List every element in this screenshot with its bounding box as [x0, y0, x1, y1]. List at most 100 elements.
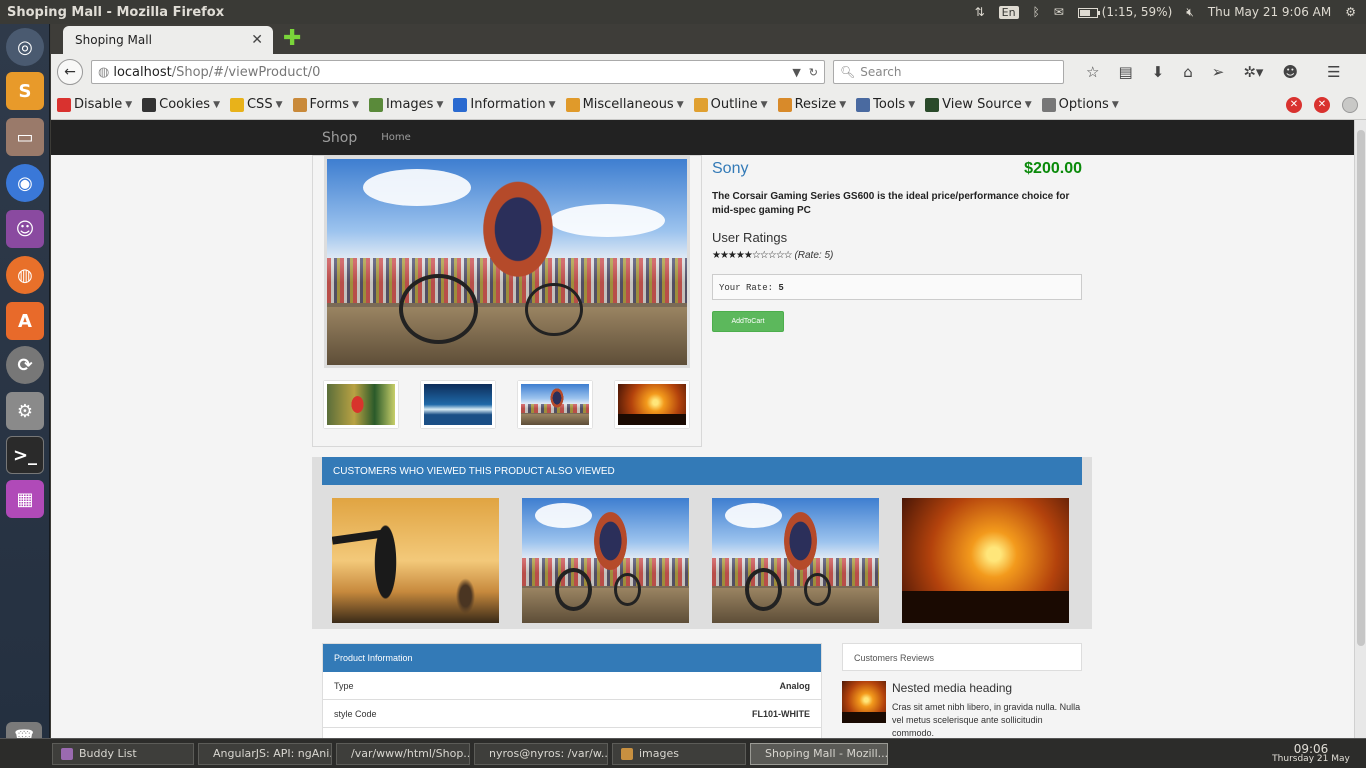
hamburger-menu-icon[interactable]: ☰: [1327, 63, 1340, 81]
miscellaneous-icon: [565, 97, 580, 112]
send-icon[interactable]: ➢: [1212, 63, 1225, 81]
main-product-image: [324, 156, 690, 368]
dropdown-arrow-icon: ▼: [676, 99, 684, 110]
error-icon[interactable]: ✕: [1286, 96, 1302, 113]
chat-icon[interactable]: ☻: [1282, 63, 1298, 81]
devbar-forms-menu[interactable]: Forms ▼: [292, 97, 359, 112]
unity-launcher: ◎ S ▭ ◉ ☺ ◍ A ⟳ ⚙ >_ ▦ 🗑︎: [0, 24, 50, 756]
software-center-icon[interactable]: A: [6, 302, 44, 340]
forms-icon: [292, 97, 307, 112]
tab-bar: Shoping Mall ✕ ✚: [51, 24, 1366, 54]
system-gear-icon[interactable]: ⚙: [1345, 5, 1356, 19]
devbar-label: Cookies: [159, 97, 211, 112]
search-bar[interactable]: 🔍︎ Search: [833, 60, 1064, 84]
system-settings-icon[interactable]: ⚙: [6, 392, 44, 430]
css-icon: [229, 97, 244, 112]
taskbar-item[interactable]: /var/www/html/Shop...: [336, 742, 470, 765]
thumbnail-surfer[interactable]: [421, 381, 495, 428]
nav-home-link[interactable]: Home: [381, 132, 411, 143]
mail-icon[interactable]: ✉: [1054, 5, 1064, 19]
bottom-taskbar: Buddy List AngularJS: API: ngAni... /var/w…: [0, 738, 1366, 768]
reload-icon[interactable]: ↻: [809, 66, 818, 79]
devbar-css-menu[interactable]: CSS ▼: [229, 97, 283, 112]
taskbar-item[interactable]: images: [612, 742, 746, 765]
firebug-icon[interactable]: ✲▾: [1243, 63, 1263, 81]
thumbnail-cyclist[interactable]: [324, 381, 398, 428]
close-tab-icon[interactable]: ✕: [251, 32, 263, 48]
devbar-miscellaneous-menu[interactable]: Miscellaneous ▼: [565, 97, 684, 112]
tab-title: Shoping Mall: [75, 33, 152, 47]
also-viewed-cricket[interactable]: [332, 498, 499, 623]
keyboard-language-indicator[interactable]: En: [998, 5, 1019, 19]
firefox-icon[interactable]: ◍: [6, 256, 44, 294]
back-arrow-icon[interactable]: ←: [57, 59, 83, 85]
bookmark-star-icon[interactable]: ☆: [1086, 63, 1099, 81]
thumbnail-motocross[interactable]: [518, 381, 592, 428]
thumbnail-sunset-kick[interactable]: [615, 381, 689, 428]
globe-icon: ◍: [98, 64, 110, 80]
site-brand[interactable]: Shop: [322, 130, 357, 146]
product-gallery: [312, 155, 702, 447]
software-updater-icon[interactable]: ⟳: [6, 346, 44, 384]
table-row: style Code FL101-WHITE: [323, 700, 821, 728]
dropdown-arrow-icon: ▼: [352, 99, 359, 110]
taskbar-item[interactable]: Buddy List: [52, 742, 194, 765]
cookies-icon: [142, 97, 157, 112]
window-title: Shoping Mall - Mozilla Firefox: [7, 4, 225, 20]
also-viewed-motocross-1[interactable]: [522, 498, 689, 623]
url-dropdown-icon[interactable]: ▼: [792, 66, 800, 79]
pidgin-icon[interactable]: ☺: [6, 210, 44, 248]
battery-indicator[interactable]: (1:15, 59%): [1077, 5, 1172, 19]
taskbar-clock[interactable]: 09:06 Thursday 21 May: [1256, 743, 1366, 764]
taskbar-item[interactable]: nyros@nyros: /var/w...: [474, 742, 608, 765]
user-ratings-heading: User Ratings: [712, 230, 788, 245]
navigation-bar: ← ◍ localhost/Shop/#/viewProduct/0 ▼ ↻ 🔍…: [51, 54, 1366, 90]
rating-stars[interactable]: ★★★★★☆☆☆☆☆: [712, 250, 793, 261]
product-information-title: Product Information: [323, 644, 821, 672]
devbar-label: Forms: [309, 97, 350, 112]
scrollbar-thumb[interactable]: [1357, 130, 1365, 646]
taskbar-item-label: Buddy List: [79, 747, 137, 760]
devbar-disable-menu[interactable]: Disable ▼: [57, 97, 132, 112]
volume-muted-icon[interactable]: 🔇︎: [1186, 5, 1194, 20]
url-bar[interactable]: ◍ localhost/Shop/#/viewProduct/0 ▼ ↻: [91, 60, 825, 84]
warning-icon[interactable]: ✕: [1314, 96, 1330, 113]
devbar-outline-menu[interactable]: Outline ▼: [693, 97, 768, 112]
status-icon[interactable]: [1342, 96, 1358, 113]
devbar-label: Miscellaneous: [582, 97, 674, 112]
sublime-text-icon[interactable]: S: [6, 72, 44, 110]
taskbar-item[interactable]: Shoping Mall - Mozill...: [750, 742, 888, 765]
folder-icon: [621, 747, 633, 760]
network-transfer-icon[interactable]: ⇅: [975, 5, 985, 19]
clock-datetime[interactable]: Thu May 21 9:06 AM: [1208, 5, 1331, 19]
downloads-icon[interactable]: ⬇: [1152, 63, 1165, 81]
rating-label: (Rate: 5): [794, 250, 834, 261]
devbar-options-menu[interactable]: Options ▼: [1041, 97, 1119, 112]
devbar-label: Outline: [710, 97, 758, 112]
your-rate-value: 5: [778, 283, 784, 293]
files-icon[interactable]: ▭: [6, 118, 44, 156]
devbar-tools-menu[interactable]: Tools ▼: [856, 97, 915, 112]
dash-home-icon[interactable]: ◎: [6, 28, 44, 66]
reading-list-icon[interactable]: ▤: [1118, 63, 1132, 81]
add-to-cart-button[interactable]: AddToCart: [712, 311, 784, 332]
product-description: The Corsair Gaming Series GS600 is the i…: [712, 191, 1070, 216]
terminal-icon[interactable]: >_: [6, 436, 44, 474]
also-viewed-sunset-kick[interactable]: [902, 498, 1069, 623]
devbar-information-menu[interactable]: Information ▼: [453, 97, 556, 112]
home-icon[interactable]: ⌂: [1183, 63, 1193, 81]
devbar-cookies-menu[interactable]: Cookies ▼: [142, 97, 220, 112]
bluetooth-icon[interactable]: ᛒ: [1033, 5, 1040, 19]
page-scrollbar[interactable]: [1354, 120, 1366, 738]
taskbar-item[interactable]: AngularJS: API: ngAni...: [198, 742, 332, 765]
url-path: /Shop/#/viewProduct/0: [171, 64, 321, 80]
new-tab-plus-icon[interactable]: ✚: [283, 28, 301, 50]
devbar-images-menu[interactable]: Images ▼: [368, 97, 443, 112]
workspace-switcher-icon[interactable]: ▦: [6, 480, 44, 518]
chromium-icon[interactable]: ◉: [6, 164, 44, 202]
table-row: Type Analog: [323, 672, 821, 700]
devbar-view-source-menu[interactable]: View Source ▼: [925, 97, 1032, 112]
also-viewed-motocross-2[interactable]: [712, 498, 879, 623]
tab-shoping-mall[interactable]: Shoping Mall ✕: [63, 26, 273, 54]
devbar-resize-menu[interactable]: Resize ▼: [777, 97, 846, 112]
